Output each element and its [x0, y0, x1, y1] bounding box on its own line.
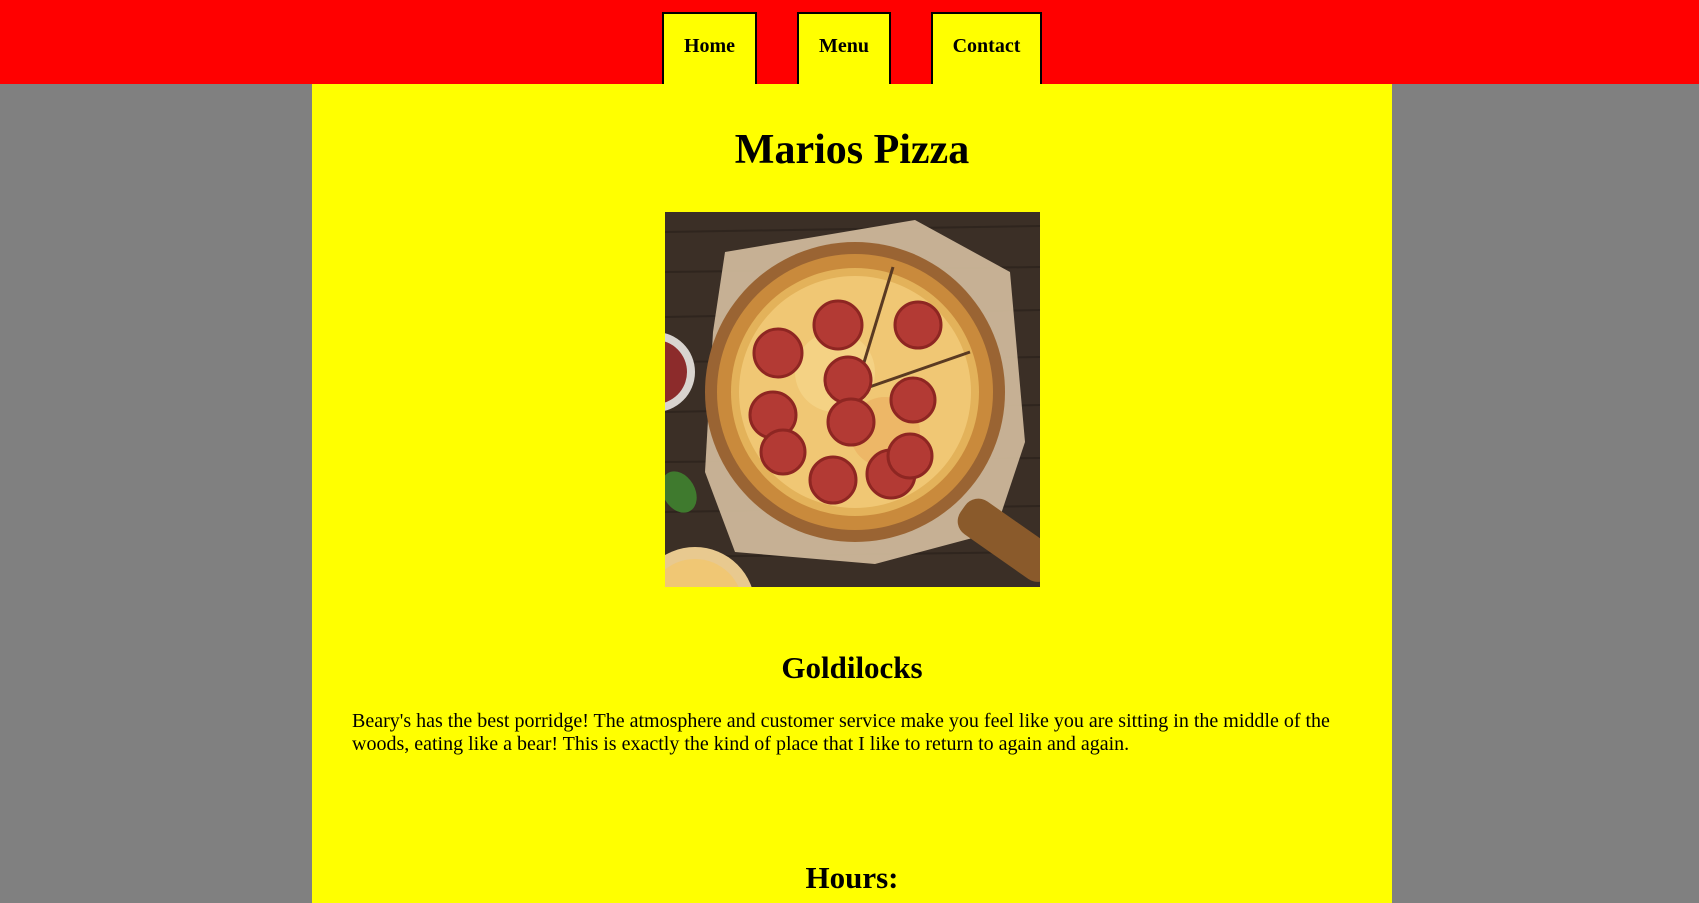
nav-tab-contact[interactable]: Contact — [931, 12, 1042, 86]
main-content: Marios Pizza Goldilocks Beary's has the … — [312, 84, 1392, 903]
top-nav-bar: Home Menu Contact — [0, 0, 1699, 86]
hours-heading: Hours: — [805, 860, 899, 895]
nav-tab-home[interactable]: Home — [662, 12, 757, 86]
pizza-image — [665, 212, 1040, 587]
review-text: Beary's has the best porridge! The atmos… — [352, 710, 1330, 755]
review-author: Goldilocks — [781, 650, 923, 685]
page-title: Marios Pizza — [734, 127, 970, 173]
nav-tab-menu[interactable]: Menu — [797, 12, 891, 86]
